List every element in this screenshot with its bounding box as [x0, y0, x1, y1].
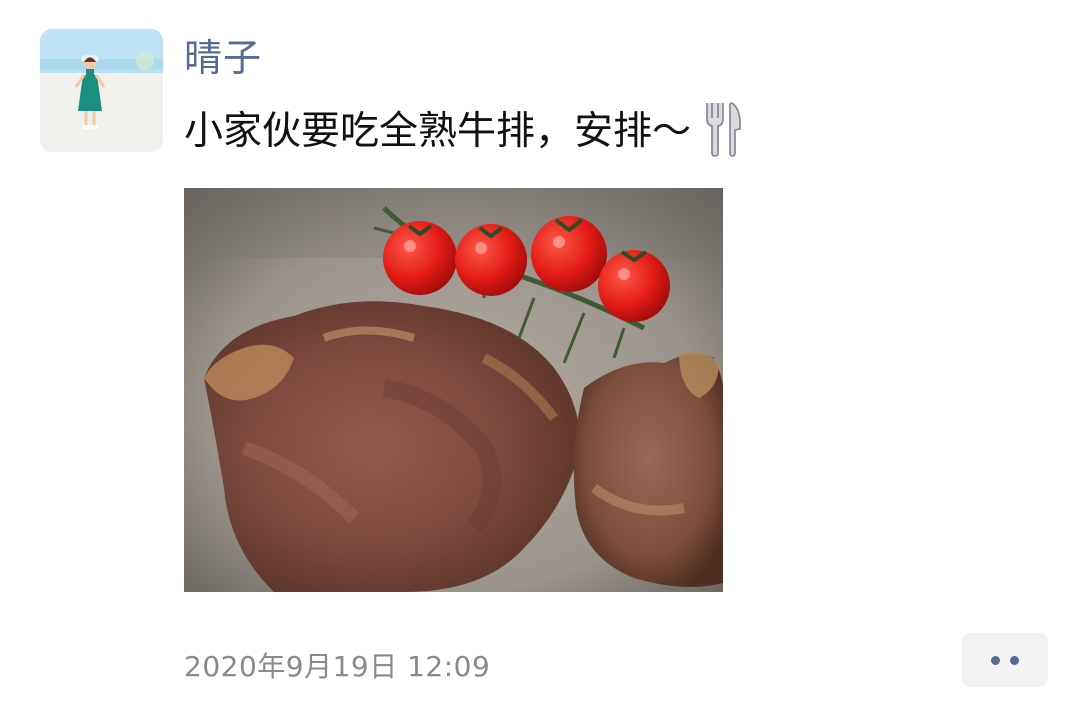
more-options-button[interactable] [962, 633, 1048, 687]
fork-and-knife-icon [706, 101, 741, 157]
post-timestamp: 2020年9月19日 12:09 [184, 650, 491, 683]
post-text-row: 小家伙要吃全熟牛排，安排～ [184, 100, 745, 164]
more-dots-icon [1010, 655, 1019, 665]
author-name[interactable]: 晴子 [184, 30, 262, 86]
more-dots-icon [991, 655, 1000, 665]
post-photo[interactable] [184, 188, 723, 592]
avatar-image [40, 29, 163, 152]
steak-photo-image [184, 188, 723, 592]
author-avatar[interactable] [40, 29, 163, 152]
moments-post: 晴子 小家伙要吃全熟牛排，安排～ 2020年9月19日 12:09 [0, 0, 1080, 701]
post-text: 小家伙要吃全熟牛排，安排～ [184, 109, 692, 154]
